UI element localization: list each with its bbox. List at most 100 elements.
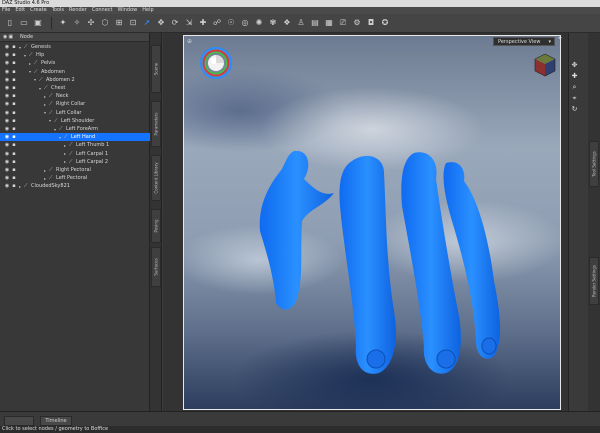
camera-view-icon[interactable]: ◘ xyxy=(365,17,377,29)
figure-setup-icon[interactable]: ♙ xyxy=(295,17,307,29)
tab-render-settings[interactable]: Render Settings xyxy=(589,257,599,305)
geometry-editor-icon[interactable]: ⬡ xyxy=(99,17,111,29)
expand-arrow-icon[interactable]: ▸ xyxy=(19,184,21,189)
tab-unnamed[interactable] xyxy=(4,416,34,426)
menu-tools[interactable]: Tools xyxy=(52,7,64,14)
lock-icon[interactable]: ▪ xyxy=(11,167,17,173)
lock-icon[interactable]: ▪ xyxy=(11,126,17,132)
tab-timeline[interactable]: Timeline xyxy=(40,416,72,426)
tab-posing[interactable]: Posing xyxy=(151,209,161,243)
rotate-icon[interactable]: ⟳ xyxy=(169,17,181,29)
lock-icon[interactable]: ▣ xyxy=(8,34,13,40)
tree-row[interactable]: ◉ ▪ ▾ ⟋ Abdomen 2 xyxy=(0,76,150,84)
orientation-gizmo-icon[interactable] xyxy=(199,46,233,80)
expand-arrow-icon[interactable]: ▸ xyxy=(29,61,31,66)
eye-icon[interactable]: ◉ xyxy=(4,85,10,91)
zoom-icon[interactable]: ⌕ xyxy=(570,83,579,92)
tree-row[interactable]: ◉ ▪ ▸ ⟋ Left Carpal 1 xyxy=(0,150,150,158)
render-icon[interactable]: ▤ xyxy=(309,17,321,29)
tab-scene[interactable]: Scene xyxy=(151,45,161,93)
menu-render[interactable]: Render xyxy=(69,7,87,14)
lock-icon[interactable]: ▪ xyxy=(11,134,17,140)
node-weight-icon[interactable]: ✣ xyxy=(85,17,97,29)
lock-icon[interactable]: ▪ xyxy=(11,77,17,83)
expand-arrow-icon[interactable]: ▸ xyxy=(44,94,46,99)
tree-row[interactable]: ◉ ▪ ▸ ⟋ CloudedSky821 xyxy=(0,182,150,190)
menu-file[interactable]: File xyxy=(2,7,10,14)
frame-icon[interactable]: ↻ xyxy=(570,105,579,114)
surface-selection-icon[interactable]: ⊡ xyxy=(127,17,139,29)
eye-icon[interactable]: ◉ xyxy=(4,167,10,173)
joint-editor-icon[interactable]: ✧ xyxy=(71,17,83,29)
pan-icon[interactable]: ✚ xyxy=(570,72,579,81)
eye-icon[interactable]: ◉ xyxy=(4,151,10,157)
render-settings-icon[interactable]: ▦ xyxy=(323,17,335,29)
active-pose-icon[interactable]: ☍ xyxy=(211,17,223,29)
collapse-arrow-icon[interactable]: ▾ xyxy=(59,135,61,140)
dform-icon[interactable]: ✪ xyxy=(379,17,391,29)
orbit-icon[interactable]: ✥ xyxy=(570,61,579,70)
tab-tool-settings[interactable]: Tool Settings xyxy=(589,141,599,187)
power-pose-icon[interactable]: ☉ xyxy=(225,17,237,29)
lock-icon[interactable]: ▪ xyxy=(11,175,17,181)
lock-icon[interactable]: ▪ xyxy=(11,44,17,50)
expand-arrow-icon[interactable]: ▸ xyxy=(64,143,66,148)
menu-help[interactable]: Help xyxy=(142,7,153,14)
tree-row[interactable]: ◉ ▪ ▾ ⟋ Left Shoulder xyxy=(0,117,150,125)
eye-icon[interactable]: ◉ xyxy=(4,44,10,50)
tree-row-selected[interactable]: ◉ ▪ ▾ ⟋ Left Hand xyxy=(0,133,150,142)
tree-row[interactable]: ◉ ▪ ▾ ⟋ Genesis xyxy=(0,43,150,51)
tree-row[interactable]: ◉ ▪ ▸ ⟋ Right Pectoral xyxy=(0,166,150,174)
tree-row[interactable]: ◉ ▪ ▾ ⟋ Chest xyxy=(0,84,150,92)
tree-row[interactable]: ◉ ▪ ▾ ⟋ Left Collar xyxy=(0,109,150,117)
expand-arrow-icon[interactable]: ▸ xyxy=(64,159,66,164)
tab-content-library[interactable]: Content Library xyxy=(151,155,161,201)
save-icon[interactable]: ▣ xyxy=(32,17,44,29)
camera-selector[interactable]: Perspective View ▾ xyxy=(493,37,555,46)
tree-row[interactable]: ◉ ▪ ▾ ⟋ Hip xyxy=(0,51,150,59)
light-icon[interactable]: ✺ xyxy=(253,17,265,29)
lock-icon[interactable]: ▪ xyxy=(11,183,17,189)
tab-surfaces[interactable]: Surfaces xyxy=(151,247,161,287)
new-scene-icon[interactable]: ▯ xyxy=(4,17,16,29)
tree-row[interactable]: ◉ ▪ ▸ ⟋ Pelvis xyxy=(0,59,150,67)
scale-icon[interactable]: ⇲ xyxy=(183,17,195,29)
viewport[interactable]: ⊕ Perspective View ▾ xyxy=(183,35,561,410)
lock-icon[interactable]: ▪ xyxy=(11,110,17,116)
gear-icon[interactable]: ⚙ xyxy=(351,17,363,29)
lock-icon[interactable]: ▪ xyxy=(11,60,17,66)
eye-icon[interactable]: ◉ xyxy=(4,60,10,66)
menu-create[interactable]: Create xyxy=(30,7,47,14)
eye-icon[interactable]: ◉ xyxy=(4,126,10,132)
aux-viewport-icon[interactable]: ⌖ xyxy=(558,34,568,43)
lock-icon[interactable]: ▪ xyxy=(11,142,17,148)
translate-icon[interactable]: ✚ xyxy=(197,17,209,29)
selected-hand-model[interactable] xyxy=(254,151,514,381)
collapse-arrow-icon[interactable]: ▾ xyxy=(44,110,46,115)
dolly-icon[interactable]: ⌖ xyxy=(570,94,579,103)
tab-parameters[interactable]: Parameters xyxy=(151,101,161,147)
eye-icon[interactable]: ◉ xyxy=(4,77,10,83)
collapse-arrow-icon[interactable]: ▾ xyxy=(54,127,56,132)
lock-icon[interactable]: ▪ xyxy=(11,52,17,58)
tree-row[interactable]: ◉ ▪ ▸ ⟋ Left Pectoral xyxy=(0,174,150,182)
expand-arrow-icon[interactable]: ▸ xyxy=(44,176,46,181)
eye-icon[interactable]: ◉ xyxy=(4,110,10,116)
viewport-menu-icon[interactable]: ⊕ xyxy=(187,38,195,46)
lock-icon[interactable]: ▪ xyxy=(11,101,17,107)
collapse-arrow-icon[interactable]: ▾ xyxy=(39,86,41,91)
node-selection-icon[interactable]: ➚ xyxy=(141,17,153,29)
lock-icon[interactable]: ▪ xyxy=(11,69,17,75)
eye-icon[interactable]: ◉ xyxy=(4,93,10,99)
expand-arrow-icon[interactable]: ▸ xyxy=(44,102,46,107)
eye-icon[interactable]: ◉ xyxy=(4,69,10,75)
eye-icon[interactable]: ◉ xyxy=(4,175,10,181)
tree-row[interactable]: ◉ ▪ ▸ ⟋ Right Collar xyxy=(0,100,150,108)
menu-window[interactable]: Window xyxy=(118,7,138,14)
eye-icon[interactable]: ◉ xyxy=(4,101,10,107)
collapse-arrow-icon[interactable]: ▾ xyxy=(49,118,51,123)
lock-icon[interactable]: ▪ xyxy=(11,118,17,124)
bone-tool-icon[interactable]: ✦ xyxy=(57,17,69,29)
scene-camera-icon[interactable]: ⎚ xyxy=(337,17,349,29)
expand-arrow-icon[interactable]: ▸ xyxy=(44,168,46,173)
